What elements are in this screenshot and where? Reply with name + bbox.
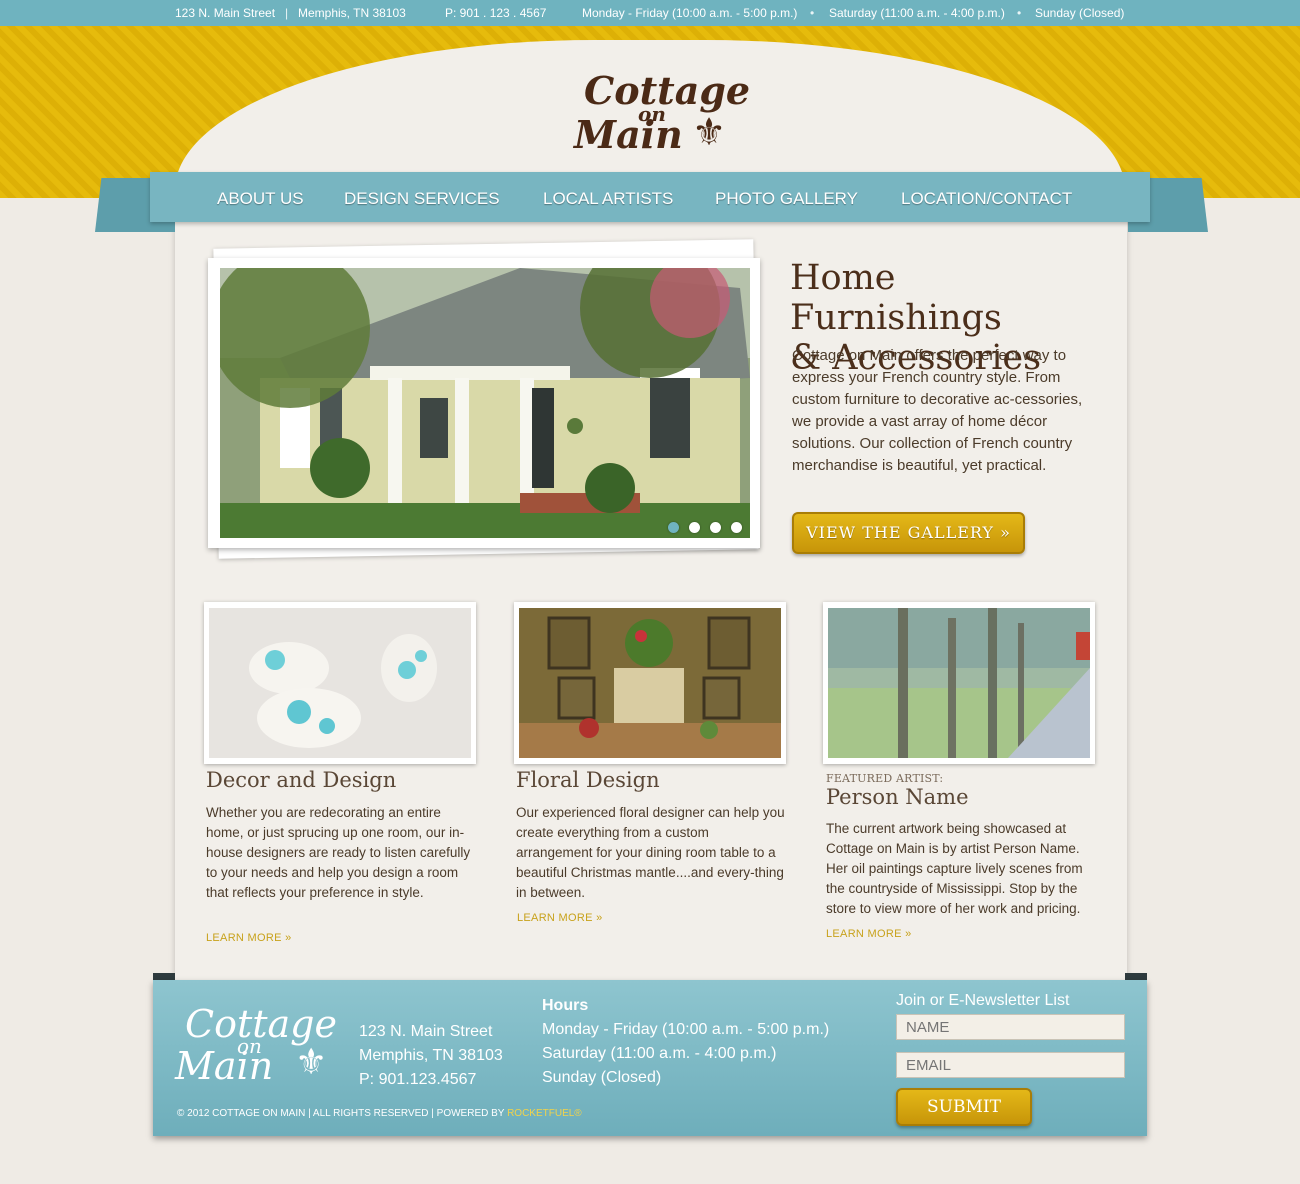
top-info-bar: 123 N. Main Street | Memphis, TN 38103 P… (0, 0, 1300, 26)
hero-title-line1: Home Furnishings (790, 258, 1002, 338)
floral-mantle-photo[interactable] (519, 608, 781, 758)
footer-phone: P: 901.123.4567 (359, 1071, 477, 1088)
hero-description: Cottage on Main offers the perfect way t… (792, 347, 1083, 474)
newsletter-name-input[interactable] (896, 1014, 1125, 1040)
learn-more-link[interactable]: LEARN MORE » (517, 912, 603, 924)
footer-street: 123 N. Main Street (359, 1023, 493, 1040)
card-thumb-frame (823, 602, 1095, 764)
topbar-city: Memphis, TN 38103 (298, 6, 406, 20)
fleur-de-lis-icon: ⚜ (692, 110, 727, 154)
nav-about-us[interactable]: ABOUT US (217, 189, 304, 209)
footer-copyright: © 2012 COTTAGE ON MAIN | ALL RIGHTS RESE… (177, 1108, 582, 1119)
fleur-de-lis-icon: ⚜ (295, 1042, 328, 1083)
decor-birds-photo[interactable] (209, 608, 471, 758)
main-nav: ABOUT US DESIGN SERVICES LOCAL ARTISTS P… (150, 172, 1150, 222)
topbar-phone: P: 901 . 123 . 4567 (445, 6, 547, 20)
card-text-floral: Our experienced floral designer can help… (516, 805, 785, 900)
card-thumb-frame (514, 602, 786, 764)
card-title-artist: Person Name (826, 785, 969, 809)
slider-dot-2[interactable] (689, 522, 700, 533)
site-logo[interactable]: Cottage on Main ⚜ (560, 68, 750, 158)
topbar-bullet: • (1017, 6, 1022, 20)
topbar-hours-weekday: Monday - Friday (10:00 a.m. - 5:00 p.m.) (582, 6, 798, 20)
logo-word-cottage: Cottage (584, 68, 751, 113)
topbar-hours-saturday: Saturday (11:00 a.m. - 4:00 p.m.) (829, 6, 1005, 20)
footer-address: 123 N. Main Street Memphis, TN 38103 P: … (359, 1020, 503, 1092)
newsletter-email-input[interactable] (896, 1052, 1125, 1078)
rocketfuel-link[interactable]: ROCKETFUEL® (507, 1108, 582, 1119)
footer-logo[interactable]: Cottage on Main ⚜ (175, 1002, 337, 1092)
topbar-address: 123 N. Main Street (175, 6, 276, 20)
card-title-floral: Floral Design (516, 768, 660, 792)
slider-dot-4[interactable] (731, 522, 742, 533)
footer-hours-title: Hours (542, 997, 589, 1014)
card-thumb-frame (204, 602, 476, 764)
nav-local-artists[interactable]: LOCAL ARTISTS (543, 189, 673, 209)
slider-dot-1[interactable] (668, 522, 679, 533)
featured-artist-label: FEATURED ARTIST: (826, 772, 944, 785)
slider-dot-3[interactable] (710, 522, 721, 533)
card-title-decor: Decor and Design (206, 768, 397, 792)
footer-hours-weekday: Monday - Friday (10:00 a.m. - 5:00 p.m.) (542, 1021, 830, 1038)
topbar-hours-sunday: Sunday (Closed) (1035, 6, 1125, 20)
topbar-separator: | (285, 6, 289, 20)
learn-more-link[interactable]: LEARN MORE » (206, 932, 292, 944)
newsletter-submit-button[interactable]: SUBMIT (896, 1088, 1032, 1126)
hero-house-photo[interactable] (220, 268, 750, 538)
newsletter-title: Join or E-Newsletter List (896, 992, 1070, 1009)
footer-hours-saturday: Saturday (11:00 a.m. - 4:00 p.m.) (542, 1045, 777, 1062)
nav-location-contact[interactable]: LOCATION/CONTACT (901, 189, 1072, 209)
nav-photo-gallery[interactable]: PHOTO GALLERY (715, 189, 858, 209)
nav-design-services[interactable]: DESIGN SERVICES (344, 189, 500, 209)
logo-word-main: Main (175, 1044, 274, 1088)
view-gallery-button[interactable]: VIEW THE GALLERY » (792, 512, 1025, 554)
footer-city: Memphis, TN 38103 (359, 1047, 503, 1064)
card-text-artist: The current artwork being showcased at C… (826, 821, 1083, 916)
footer-hours: Monday - Friday (10:00 a.m. - 5:00 p.m.)… (542, 1018, 829, 1090)
footer-hours-sunday: Sunday (Closed) (542, 1069, 662, 1086)
copyright-text: © 2012 COTTAGE ON MAIN | ALL RIGHTS RESE… (177, 1108, 508, 1119)
learn-more-link[interactable]: LEARN MORE » (826, 928, 912, 940)
card-text-decor: Whether you are redecorating an entire h… (206, 805, 471, 900)
featured-artwork-photo[interactable] (828, 608, 1090, 758)
topbar-bullet: • (810, 6, 815, 20)
site-footer: Cottage on Main ⚜ 123 N. Main Street Mem… (153, 980, 1147, 1136)
logo-word-main: Main (574, 112, 683, 157)
